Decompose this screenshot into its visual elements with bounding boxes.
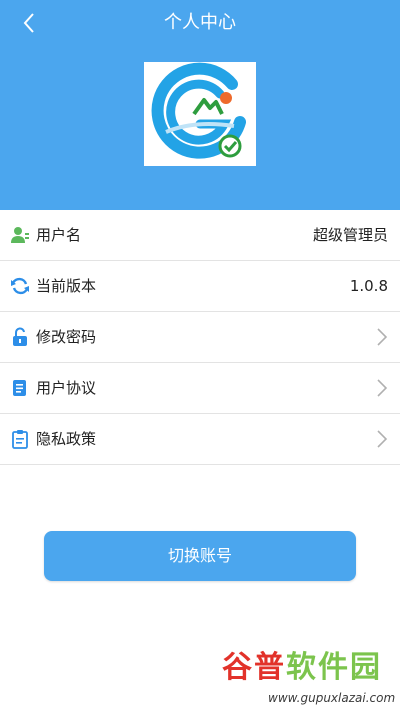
chevron-right-icon [377,328,388,346]
user-agreement-label: 用户协议 [36,379,97,397]
watermark-title-part1: 谷普 [222,650,286,685]
row-version: 当前版本 1.0.8 [0,261,400,312]
change-password-label: 修改密码 [36,328,97,346]
version-value: 1.0.8 [349,277,388,295]
watermark: 谷普软件园 www.gupuxlazai.com [210,646,400,711]
row-user-agreement[interactable]: 用户协议 [0,363,400,414]
page-title: 个人中心 [164,12,236,33]
version-label: 当前版本 [36,277,97,295]
app-logo [144,62,256,166]
username-value: 超级管理员 [312,226,388,244]
document-icon [10,378,30,398]
refresh-icon [10,276,30,296]
username-label: 用户名 [36,226,82,244]
watermark-title: 谷普软件园 [222,650,382,686]
clipboard-icon [10,429,30,449]
settings-list: 用户名 超级管理员 当前版本 1.0.8 修改密码 用户协议 隐私政策 [0,210,400,465]
user-icon [10,225,30,245]
row-privacy-policy[interactable]: 隐私政策 [0,414,400,465]
row-username: 用户名 超级管理员 [0,210,400,261]
watermark-url: www.gupuxlazai.com [268,691,396,705]
chevron-right-icon [377,379,388,397]
chevron-right-icon [377,430,388,448]
watermark-title-part2: 软件园 [286,650,382,685]
app-logo-icon [151,62,246,159]
unlock-icon [10,327,30,347]
switch-account-button[interactable]: 切换账号 [44,531,356,581]
privacy-policy-label: 隐私政策 [36,430,97,448]
header-bar: 个人中心 [0,0,400,210]
row-change-password[interactable]: 修改密码 [0,312,400,363]
